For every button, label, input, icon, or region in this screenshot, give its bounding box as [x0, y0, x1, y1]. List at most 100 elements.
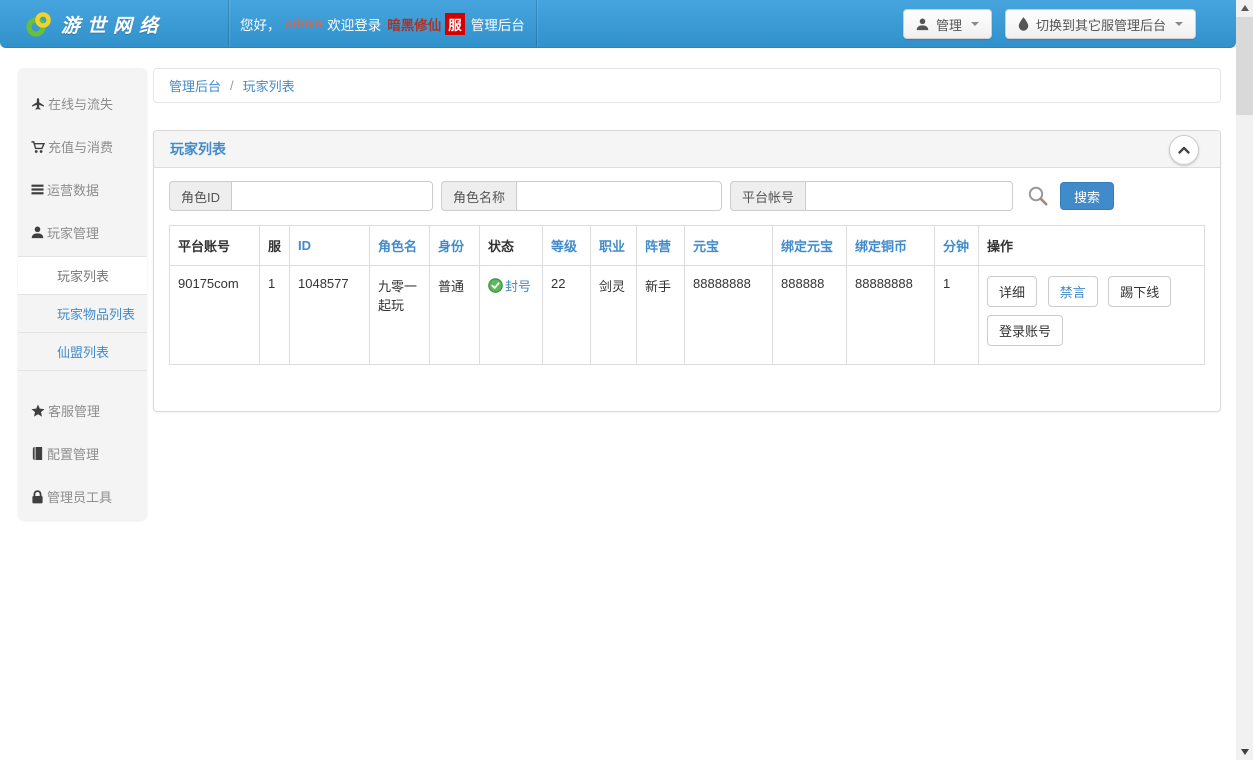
breadcrumb: 管理后台 / 玩家列表	[153, 68, 1221, 103]
sidebar-item-operation-data[interactable]: 运营数据	[18, 168, 147, 211]
sidebar-item-player-management[interactable]: 玩家管理	[18, 211, 147, 254]
user-icon	[31, 226, 44, 239]
navbar-actions: 管理 切换到其它服管理后台	[903, 9, 1196, 39]
ban-account-link[interactable]: 封号	[505, 276, 531, 295]
role-name-input-group: 角色名称	[441, 181, 722, 211]
col-bound-yuanbao[interactable]: 绑定元宝	[773, 226, 847, 266]
panel-title: 玩家列表	[170, 139, 226, 159]
platform-account-input[interactable]	[805, 181, 1013, 211]
panel-header: 玩家列表	[154, 131, 1220, 168]
greeting-prefix: 您好，	[240, 14, 281, 34]
book-icon	[31, 447, 44, 460]
role-id-input-group: 角色ID	[169, 181, 433, 211]
detail-button[interactable]: 详细	[987, 276, 1037, 307]
chevron-down-icon	[1175, 22, 1183, 26]
cell-camp: 新手	[637, 266, 685, 365]
col-actions: 操作	[979, 226, 1205, 266]
col-minutes[interactable]: 分钟	[935, 226, 979, 266]
cell-id: 1048577	[290, 266, 370, 365]
sidebar-item-online-churn[interactable]: 在线与流失	[18, 82, 147, 125]
plane-icon	[31, 97, 45, 111]
sidebar-item-label: 管理员工具	[47, 487, 112, 506]
role-id-label: 角色ID	[169, 181, 231, 211]
platform-account-input-group: 平台帐号	[730, 181, 1013, 211]
brand-logo[interactable]: 游世网络	[26, 0, 165, 48]
user-icon	[916, 18, 929, 31]
cell-bound-yuanbao: 888888	[773, 266, 847, 365]
cell-identity: 普通	[430, 266, 480, 365]
player-list-panel: 玩家列表 角色ID 角色名称	[153, 130, 1221, 412]
logged-in-username: admin	[286, 16, 323, 31]
star-icon	[31, 404, 45, 418]
kick-offline-button[interactable]: 踢下线	[1108, 276, 1171, 307]
cell-minutes: 1	[935, 266, 979, 365]
switch-server-dropdown-button[interactable]: 切换到其它服管理后台	[1005, 9, 1196, 39]
sidebar-subitem-guild-list[interactable]: 仙盟列表	[18, 332, 147, 370]
sidebar-item-label: 客服管理	[48, 401, 100, 420]
sidebar-item-admin-tools[interactable]: 管理员工具	[18, 475, 147, 518]
sidebar-subitem-player-list[interactable]: 玩家列表	[18, 256, 147, 294]
col-profession[interactable]: 职业	[591, 226, 637, 266]
cell-server: 1	[260, 266, 290, 365]
cell-profession: 剑灵	[591, 266, 637, 365]
greeting-welcome: 欢迎登录	[327, 14, 381, 34]
search-button[interactable]: 搜索	[1060, 182, 1114, 210]
table-row: 90175com 1 1048577 九零一起玩 普通	[170, 266, 1205, 365]
sidebar-subitem-player-items-list[interactable]: 玩家物品列表	[18, 294, 147, 332]
check-circle-icon	[488, 278, 503, 293]
sidebar-item-label: 充值与消费	[48, 137, 113, 156]
breadcrumb-separator: /	[230, 78, 234, 93]
panel-body: 角色ID 角色名称 平台帐号 搜索	[154, 168, 1220, 378]
switch-server-label: 切换到其它服管理后台	[1036, 15, 1166, 34]
tint-icon	[1018, 17, 1029, 31]
submenu-divider	[18, 370, 147, 371]
server-name: 暗黑修仙	[387, 14, 441, 34]
col-yuanbao[interactable]: 元宝	[685, 226, 773, 266]
sidebar-nav: 在线与流失 充值与消费 运营数据	[18, 68, 147, 520]
list-icon	[31, 183, 44, 196]
scroll-up-arrow-icon[interactable]	[1236, 0, 1253, 16]
chevron-down-icon	[971, 22, 979, 26]
mute-button[interactable]: 禁言	[1048, 276, 1098, 307]
col-identity[interactable]: 身份	[430, 226, 480, 266]
role-name-input[interactable]	[516, 181, 722, 211]
col-role-name[interactable]: 角色名	[370, 226, 430, 266]
role-name-label: 角色名称	[441, 181, 516, 211]
manage-dropdown-button[interactable]: 管理	[903, 9, 992, 39]
cell-yuanbao: 88888888	[685, 266, 773, 365]
col-camp[interactable]: 阵营	[637, 226, 685, 266]
rings-logo-icon	[26, 11, 52, 37]
cell-role-name: 九零一起玩	[370, 266, 430, 365]
sidebar-item-label: 运营数据	[47, 180, 99, 199]
breadcrumb-home-link[interactable]: 管理后台	[169, 76, 221, 95]
vertical-scrollbar[interactable]	[1236, 0, 1253, 760]
sidebar-item-label: 玩家管理	[47, 223, 99, 242]
sidebar-item-label: 在线与流失	[48, 94, 113, 113]
scrollbar-thumb[interactable]	[1236, 17, 1253, 115]
sidebar-bottom-group: 客服管理 配置管理 管理员工具	[18, 389, 147, 518]
role-id-input[interactable]	[231, 181, 433, 211]
col-id[interactable]: ID	[290, 226, 370, 266]
col-bound-copper[interactable]: 绑定铜币	[847, 226, 935, 266]
cart-icon	[31, 140, 45, 154]
col-level[interactable]: 等级	[543, 226, 591, 266]
scroll-down-arrow-icon[interactable]	[1236, 744, 1253, 760]
col-status: 状态	[480, 226, 543, 266]
top-navbar: 游世网络 您好， admin 欢迎登录 暗黑修仙 服 管理后台 管理	[0, 0, 1236, 48]
search-filter-row: 角色ID 角色名称 平台帐号 搜索	[169, 181, 1205, 211]
admin-page: 游世网络 您好， admin 欢迎登录 暗黑修仙 服 管理后台 管理	[0, 0, 1253, 760]
cell-platform-account: 90175com	[170, 266, 260, 365]
search-icon[interactable]	[1027, 185, 1049, 207]
sidebar-item-customer-service[interactable]: 客服管理	[18, 389, 147, 432]
panel-collapse-button[interactable]	[1169, 135, 1199, 165]
sidebar-item-label: 配置管理	[47, 444, 99, 463]
login-account-button[interactable]: 登录账号	[987, 315, 1063, 346]
server-badge: 服	[445, 13, 465, 35]
breadcrumb-current-link[interactable]: 玩家列表	[243, 76, 295, 95]
platform-account-label: 平台帐号	[730, 181, 805, 211]
sidebar-item-config-management[interactable]: 配置管理	[18, 432, 147, 475]
manage-button-label: 管理	[936, 15, 962, 34]
sidebar-item-recharge-consume[interactable]: 充值与消费	[18, 125, 147, 168]
chevron-up-icon	[1177, 145, 1191, 155]
lock-icon	[31, 490, 44, 504]
